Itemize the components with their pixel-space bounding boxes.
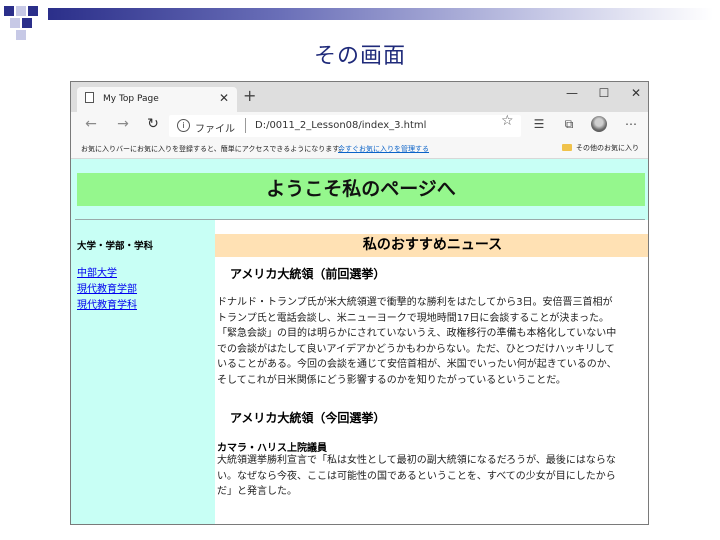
deco-square: [16, 6, 26, 16]
deco-square: [28, 6, 38, 16]
reload-button[interactable]: ↻: [143, 116, 163, 132]
news-line: い。なぜなら今夜、ここは可能性の国であるということを、すべての少女が目にしたから: [217, 470, 616, 482]
forward-button[interactable]: →: [113, 116, 133, 132]
section-heading: アメリカ大統領（今回選挙）: [230, 411, 386, 425]
sidebar-link-faculty[interactable]: 現代教育学部: [77, 280, 137, 295]
tab-my-top-page[interactable]: My Top Page ✕: [77, 87, 237, 112]
address-bar[interactable]: i ファイル D:/0011_2_Lesson08/index_3.html: [169, 115, 521, 137]
folder-icon: [562, 144, 572, 151]
news-paragraph: 大統領選挙勝利宣言で「私は女性として最初の副大統領になるだろうが、最後にはならな…: [217, 453, 647, 500]
favorites-bar-message: お気に入りバーにお気に入りを登録すると、簡単にアクセスできるようになります。: [81, 145, 346, 153]
section-heading: アメリカ大統領（前回選挙）: [230, 267, 386, 281]
other-favorites-label: その他のお気に入り: [576, 144, 639, 152]
other-favorites-button[interactable]: その他のお気に入り: [562, 143, 639, 153]
news-line: だ」と発言した。: [217, 486, 297, 497]
minimize-button[interactable]: —: [557, 86, 587, 100]
news-line: トランプ氏と電話会談し、米ニューヨークで現地時間17日に会談することが決まった。: [217, 312, 610, 324]
sidebar: 大学・学部・学科 中部大学 現代教育学部 現代教育学科: [71, 220, 215, 524]
add-favorite-star-icon[interactable]: ☆: [501, 113, 514, 129]
news-line: 「緊急会談」の目的は明らかにされていないうえ、政権移行の準備も本格化していない中: [217, 328, 617, 339]
tab-strip: My Top Page ✕ + — ☐ ✕: [71, 82, 648, 112]
sidebar-link-department[interactable]: 現代教育学科: [77, 296, 137, 311]
deco-gradient-bar: [48, 8, 713, 20]
news-line: そしてこれが日米関係にどう影響するのかを知りたがっているということだ。: [217, 374, 566, 386]
url-text[interactable]: D:/0011_2_Lesson08/index_3.html: [255, 120, 426, 131]
sidebar-heading: 大学・学部・学科: [77, 241, 154, 252]
profile-avatar[interactable]: [591, 116, 607, 132]
deco-square: [10, 18, 20, 28]
new-tab-button[interactable]: +: [243, 86, 256, 105]
news-line: 大統領選挙勝利宣言で「私は女性として最初の副大統領になるだろうが、最後にはならな: [217, 455, 616, 466]
news-paragraph: ドナルド・トランプ氏が米大統領選で衝撃的な勝利をはたしてから3日。安倍晋三首相が…: [217, 295, 647, 388]
news-subheading: カマラ・ハリス上院議員: [217, 443, 327, 454]
more-menu-icon[interactable]: ⋯: [621, 117, 641, 131]
favorites-bar: お気に入りバーにお気に入りを登録すると、簡単にアクセスできるようになります。 今…: [71, 140, 648, 159]
maximize-button[interactable]: ☐: [589, 86, 619, 100]
tab-close-icon[interactable]: ✕: [219, 91, 229, 105]
welcome-banner: ようこそ私のページへ: [77, 173, 645, 206]
sidebar-link-chubu-university[interactable]: 中部大学: [77, 264, 117, 279]
slide-title: その画面: [313, 44, 406, 69]
info-icon[interactable]: i: [177, 119, 190, 132]
manage-favorites-link[interactable]: 今すぐお気に入りを管理する: [338, 144, 429, 154]
news-line: での会談がはたして良いアイデアかどうかもわからない。ただ、ひとつだけハッキリして: [217, 343, 615, 355]
address-separator: [245, 118, 246, 133]
news-line: いることがある。今回の会談を通じて安倍首相が、米国でいったい何が起きているのか、: [217, 359, 617, 370]
back-button[interactable]: ←: [81, 116, 101, 132]
tab-title: My Top Page: [103, 94, 159, 104]
favorites-icon[interactable]: ☰: [529, 117, 549, 131]
browser-toolbar: ← → ↻ i ファイル D:/0011_2_Lesson08/index_3.…: [71, 112, 648, 140]
deco-square: [4, 6, 14, 16]
scheme-label: ファイル: [195, 124, 235, 135]
page-icon: [85, 92, 94, 103]
news-main: 私のおすすめニュース アメリカ大統領（前回選挙） ドナルド・トランプ氏が米大統領…: [215, 220, 648, 524]
news-line: ドナルド・トランプ氏が米大統領選で衝撃的な勝利をはたしてから3日。安倍晋三首相が: [217, 297, 613, 308]
page-content: ようこそ私のページへ 大学・学部・学科 中部大学 現代教育学部 現代教育学科 私…: [71, 159, 648, 524]
browser-window: My Top Page ✕ + — ☐ ✕ ← → ↻ i ファイル D:/00…: [70, 81, 649, 525]
window-close-button[interactable]: ✕: [621, 86, 648, 100]
news-title: 私のおすすめニュース: [215, 234, 648, 257]
deco-square: [22, 18, 32, 28]
collections-icon[interactable]: ⧉: [559, 117, 579, 132]
